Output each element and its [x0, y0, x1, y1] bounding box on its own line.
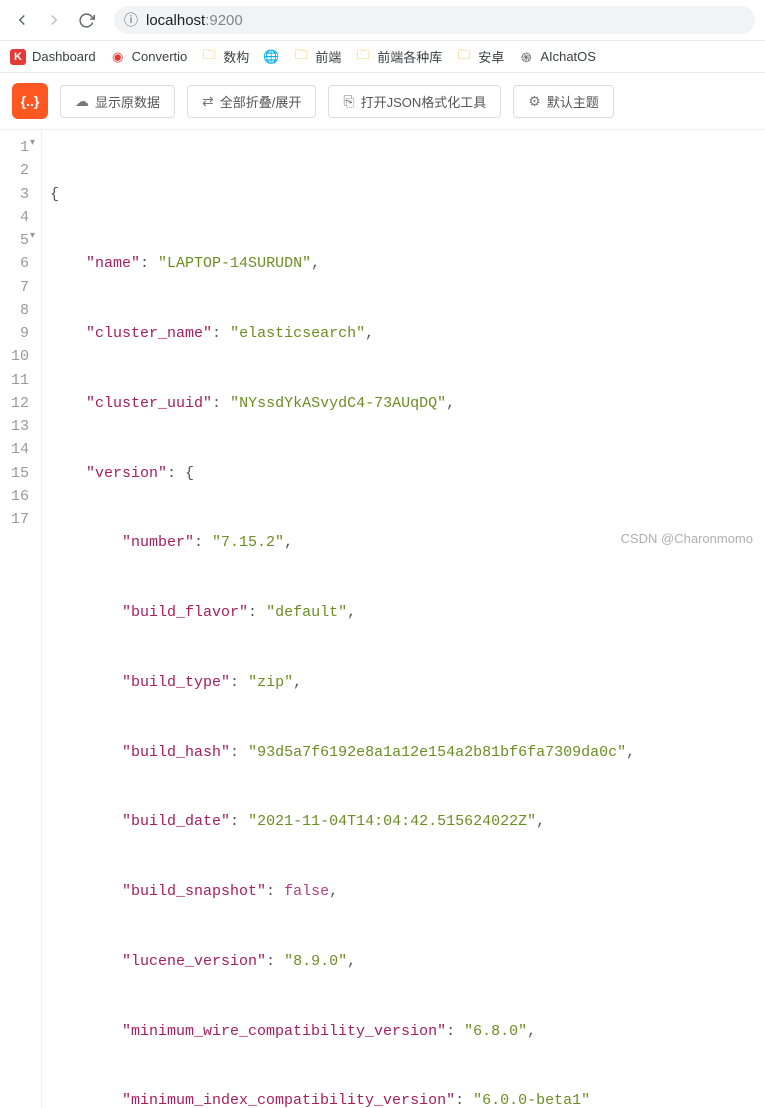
gutter-line: 13 [4, 415, 33, 438]
bookmark-folder-4[interactable]: 🗀安卓 [456, 47, 504, 66]
code-line: "build_type": "zip", [42, 671, 635, 694]
code-line: "cluster_uuid": "NYssdYkASvydC4-73AUqDQ"… [42, 392, 635, 415]
gutter-line: 4 [4, 206, 33, 229]
json-viewer: 1▾ 2 3 4 5▾ 6 7 8 9 10 11 12 13 14 15 16… [0, 130, 765, 1108]
bookmark-folder-1[interactable]: 🗀数构 [201, 47, 249, 66]
folder-icon: 🗀 [201, 49, 217, 65]
code-line: "cluster_name": "elasticsearch", [42, 322, 635, 345]
gutter-line: 8 [4, 299, 33, 322]
code-line: "build_flavor": "default", [42, 601, 635, 624]
gutter-line: 12 [4, 392, 33, 415]
code-line: "version": { [42, 462, 635, 485]
bookmark-folder-2[interactable]: 🗀前端 [293, 47, 341, 66]
gutter-line: 1▾ [4, 136, 33, 159]
fold-arrow-icon[interactable]: ▾ [30, 229, 35, 245]
browser-nav-bar: ⓘ localhost:9200 [0, 0, 765, 41]
code-line: "build_hash": "93d5a7f6192e8a1a12e154a2b… [42, 741, 635, 764]
back-button[interactable] [10, 8, 34, 32]
bookmark-dashboard[interactable]: KDashboard [10, 49, 96, 65]
gutter-line: 11 [4, 369, 33, 392]
fold-all-button[interactable]: ⇄全部折叠/展开 [187, 85, 316, 118]
ai-icon: ֍ [518, 49, 534, 65]
show-raw-button[interactable]: ☁显示原数据 [60, 85, 175, 118]
watermark: CSDN @Charonmomo [621, 531, 753, 546]
gutter-line: 7 [4, 276, 33, 299]
reload-button[interactable] [74, 8, 98, 32]
app-icon[interactable]: {..} [12, 83, 48, 119]
gutter-line: 16 [4, 485, 33, 508]
address-bar[interactable]: ⓘ localhost:9200 [114, 6, 755, 34]
json-toolbar: {..} ☁显示原数据 ⇄全部折叠/展开 ⎘打开JSON格式化工具 ⚙默认主题 [0, 73, 765, 130]
address-host: localhost [146, 12, 205, 29]
gear-icon: ⚙ [528, 93, 541, 110]
forward-button[interactable] [42, 8, 66, 32]
convertio-icon: ◉ [110, 49, 126, 65]
gutter-line: 3 [4, 183, 33, 206]
gutter-line: 6 [4, 252, 33, 275]
site-info-icon[interactable]: ⓘ [124, 10, 138, 30]
gutter-line: 2 [4, 159, 33, 182]
gutter-line: 10 [4, 345, 33, 368]
bookmarks-bar: KDashboard ◉Convertio 🗀数构 🌐 🗀前端 🗀前端各种库 🗀… [0, 41, 765, 73]
code-line: "number": "7.15.2", [42, 531, 635, 554]
folder-icon: 🗀 [293, 49, 309, 65]
code-line: "lucene_version": "8.9.0", [42, 950, 635, 973]
folder-icon: 🗀 [355, 49, 371, 65]
open-tool-button[interactable]: ⎘打开JSON格式化工具 [328, 85, 501, 118]
code-body[interactable]: { "name": "LAPTOP-14SURUDN", "cluster_na… [42, 130, 635, 1108]
code-line: "name": "LAPTOP-14SURUDN", [42, 252, 635, 275]
bookmark-globe[interactable]: 🌐 [263, 49, 279, 65]
code-line: { [42, 183, 635, 206]
gutter-line: 14 [4, 438, 33, 461]
gutter-line: 9 [4, 322, 33, 345]
bookmark-aichatos[interactable]: ֍AIchatOS [518, 49, 596, 65]
cloud-icon: ☁ [75, 93, 89, 110]
code-line: "minimum_wire_compatibility_version": "6… [42, 1020, 635, 1043]
code-line: "build_snapshot": false, [42, 880, 635, 903]
json-icon: ⎘ [343, 93, 354, 110]
gutter-line: 5▾ [4, 229, 33, 252]
theme-button[interactable]: ⚙默认主题 [513, 85, 614, 118]
address-port: :9200 [205, 12, 243, 29]
bookmark-convertio[interactable]: ◉Convertio [110, 49, 188, 65]
fold-icon: ⇄ [202, 93, 214, 110]
code-line: "build_date": "2021-11-04T14:04:42.51562… [42, 810, 635, 833]
gutter-line: 17 [4, 508, 33, 531]
gutter-line: 15 [4, 462, 33, 485]
bookmark-folder-3[interactable]: 🗀前端各种库 [355, 47, 442, 66]
k-icon: K [10, 49, 26, 65]
line-gutter: 1▾ 2 3 4 5▾ 6 7 8 9 10 11 12 13 14 15 16… [0, 130, 42, 1108]
globe-icon: 🌐 [263, 49, 279, 65]
folder-icon: 🗀 [456, 49, 472, 65]
code-line: "minimum_index_compatibility_version": "… [42, 1089, 635, 1108]
fold-arrow-icon[interactable]: ▾ [30, 136, 35, 152]
